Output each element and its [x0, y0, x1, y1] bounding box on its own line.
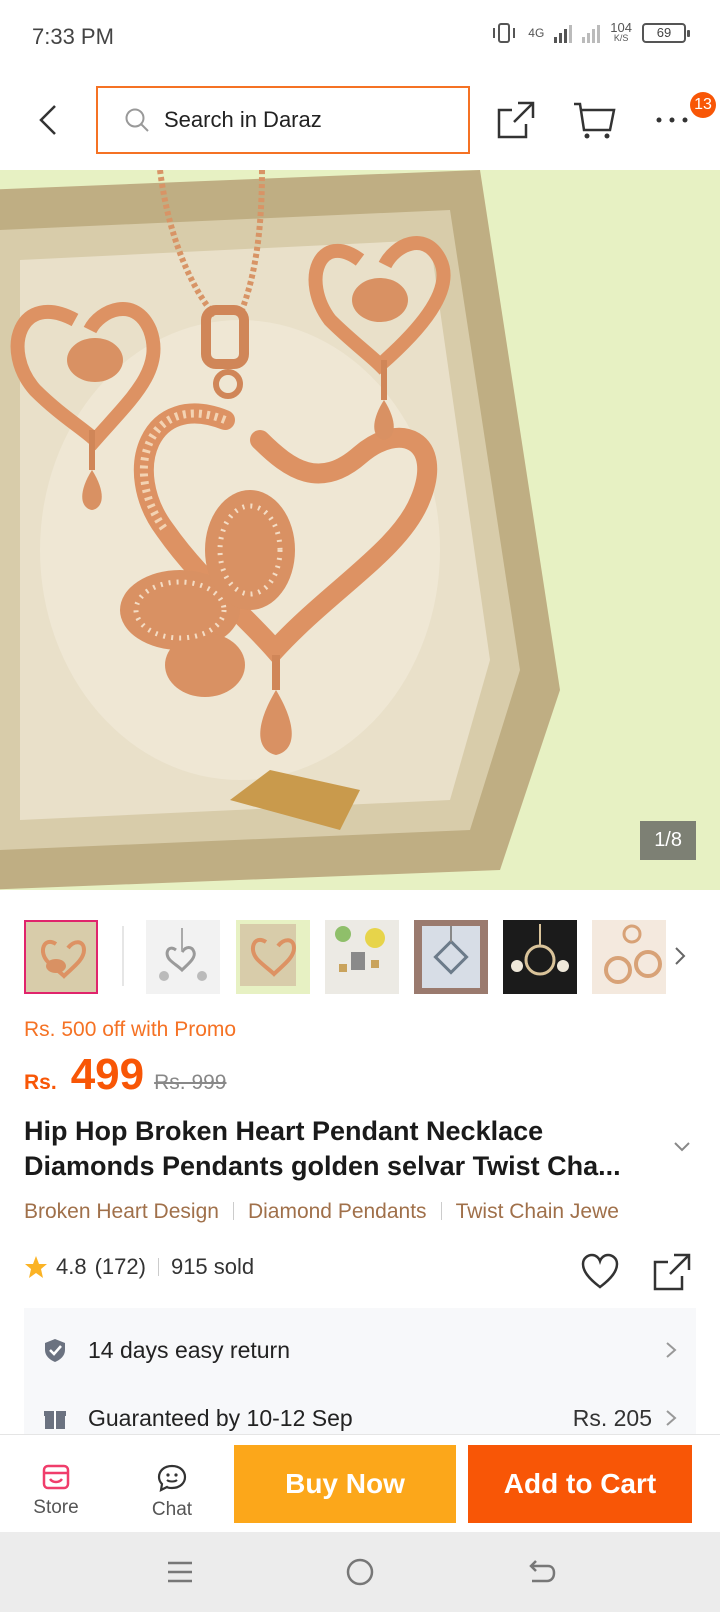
- wishlist-heart-icon[interactable]: [580, 1252, 620, 1292]
- store-icon: [42, 1464, 70, 1490]
- delivery-label: Guaranteed by 10-12 Sep: [88, 1404, 353, 1431]
- thumbnail-divider: [122, 926, 124, 986]
- tag-item[interactable]: Diamond Pendants: [248, 1200, 427, 1224]
- promo-text: Rs. 500 off with Promo: [24, 1018, 237, 1041]
- share-button[interactable]: [494, 98, 538, 142]
- cart-button[interactable]: [572, 98, 616, 142]
- more-button[interactable]: [650, 98, 694, 142]
- delivery-fee: Rs. 205: [572, 1404, 652, 1431]
- search-placeholder: Search in Daraz: [164, 107, 322, 132]
- chat-icon: [157, 1464, 187, 1492]
- back-button[interactable]: [28, 98, 68, 142]
- add-to-cart-button[interactable]: Add to Cart: [468, 1445, 692, 1523]
- chat-button[interactable]: Chat: [132, 1463, 212, 1521]
- product-title: Hip Hop Broken Heart Pendant Necklace Di…: [24, 1114, 664, 1184]
- cart-icon: [574, 102, 616, 139]
- shield-check-icon: [45, 1339, 65, 1362]
- share-product-icon[interactable]: [652, 1252, 692, 1292]
- menu-icon[interactable]: [162, 1554, 198, 1590]
- thumbnails-next-icon[interactable]: [670, 944, 690, 968]
- system-nav-bar: [0, 1532, 720, 1612]
- tag-separator: [232, 1202, 234, 1220]
- price-row: Rs. 499 Rs. 999: [24, 1050, 226, 1100]
- price-currency: Rs.: [24, 1071, 57, 1094]
- bottom-action-bar: Store Chat Buy Now Add to Cart: [0, 1434, 720, 1532]
- more-badge: 13: [690, 92, 716, 118]
- thumbnail-3[interactable]: [236, 920, 310, 994]
- battery-icon: 69: [642, 23, 690, 43]
- return-policy-row[interactable]: 14 days easy return: [24, 1322, 696, 1378]
- sold-count: 915 sold: [170, 1254, 255, 1279]
- signal-icon: [554, 23, 573, 43]
- tag-item[interactable]: Broken Heart Design: [24, 1200, 219, 1224]
- share-icon: [497, 101, 535, 139]
- battery-level: 69: [656, 25, 672, 40]
- status-icons: 4G 104 K/S 69: [490, 20, 690, 44]
- gift-icon: [44, 1411, 66, 1429]
- chevron-right-icon: [666, 1342, 677, 1358]
- expand-title-icon[interactable]: [672, 1140, 692, 1154]
- return-policy-label: 14 days easy return: [88, 1336, 291, 1363]
- tag-list: Broken Heart Design Diamond Pendants Twist…: [24, 1200, 700, 1232]
- thumbnail-2[interactable]: [146, 920, 220, 994]
- back-nav-icon[interactable]: [522, 1554, 558, 1590]
- status-bar: 7:33 PM 4G 104 K/S 69: [0, 0, 720, 72]
- buy-now-button[interactable]: Buy Now: [234, 1445, 456, 1523]
- service-panel: 14 days easy return Guaranteed by 10-12 …: [24, 1308, 696, 1434]
- jewelry-illustration: [0, 170, 720, 890]
- net-speed-value: 104: [610, 20, 632, 35]
- thumbnail-7[interactable]: [592, 920, 666, 994]
- network-type: 4G: [528, 26, 545, 40]
- rating-row[interactable]: 4.8 (172) 915 sold: [24, 1254, 254, 1280]
- search-input[interactable]: Search in Daraz: [96, 86, 470, 154]
- vibrate-icon: [493, 23, 516, 43]
- tag-item[interactable]: Twist Chain Jewe: [456, 1200, 619, 1224]
- thumbnail-4[interactable]: [325, 920, 399, 994]
- price: 499: [70, 1050, 145, 1099]
- chevron-right-icon: [666, 1410, 677, 1426]
- product-title-line-1: Hip Hop Broken Heart Pendant Necklace: [24, 1116, 544, 1146]
- net-speed: 104 K/S: [610, 20, 632, 44]
- rating-separator: [157, 1258, 159, 1276]
- old-price: Rs. 999: [154, 1071, 227, 1094]
- store-button[interactable]: Store: [16, 1463, 96, 1519]
- tag-separator: [440, 1202, 442, 1220]
- thumbnail-5[interactable]: [414, 920, 488, 994]
- delivery-row[interactable]: Guaranteed by 10-12 Sep Rs. 205: [24, 1390, 696, 1434]
- thumbnail-1[interactable]: [24, 920, 98, 994]
- image-counter: 1/8: [640, 821, 696, 860]
- product-image[interactable]: 1/8: [0, 170, 720, 890]
- top-nav: Search in Daraz 13: [0, 72, 720, 170]
- back-icon: [39, 105, 56, 135]
- product-title-line-2: Diamonds Pendants golden selvar Twist Ch…: [24, 1151, 621, 1181]
- search-icon: [125, 108, 149, 132]
- status-time: 7:33 PM: [32, 24, 114, 49]
- thumbnail-strip: [0, 916, 720, 996]
- more-icon: [656, 117, 688, 123]
- thumbnail-6[interactable]: [503, 920, 577, 994]
- star-icon: [25, 1256, 47, 1278]
- home-icon[interactable]: [342, 1554, 378, 1590]
- signal-2-icon: [582, 23, 601, 43]
- rating-value: 4.8: [56, 1254, 87, 1279]
- store-label: Store: [33, 1497, 79, 1518]
- review-count: (172): [94, 1254, 146, 1279]
- chat-label: Chat: [151, 1499, 193, 1520]
